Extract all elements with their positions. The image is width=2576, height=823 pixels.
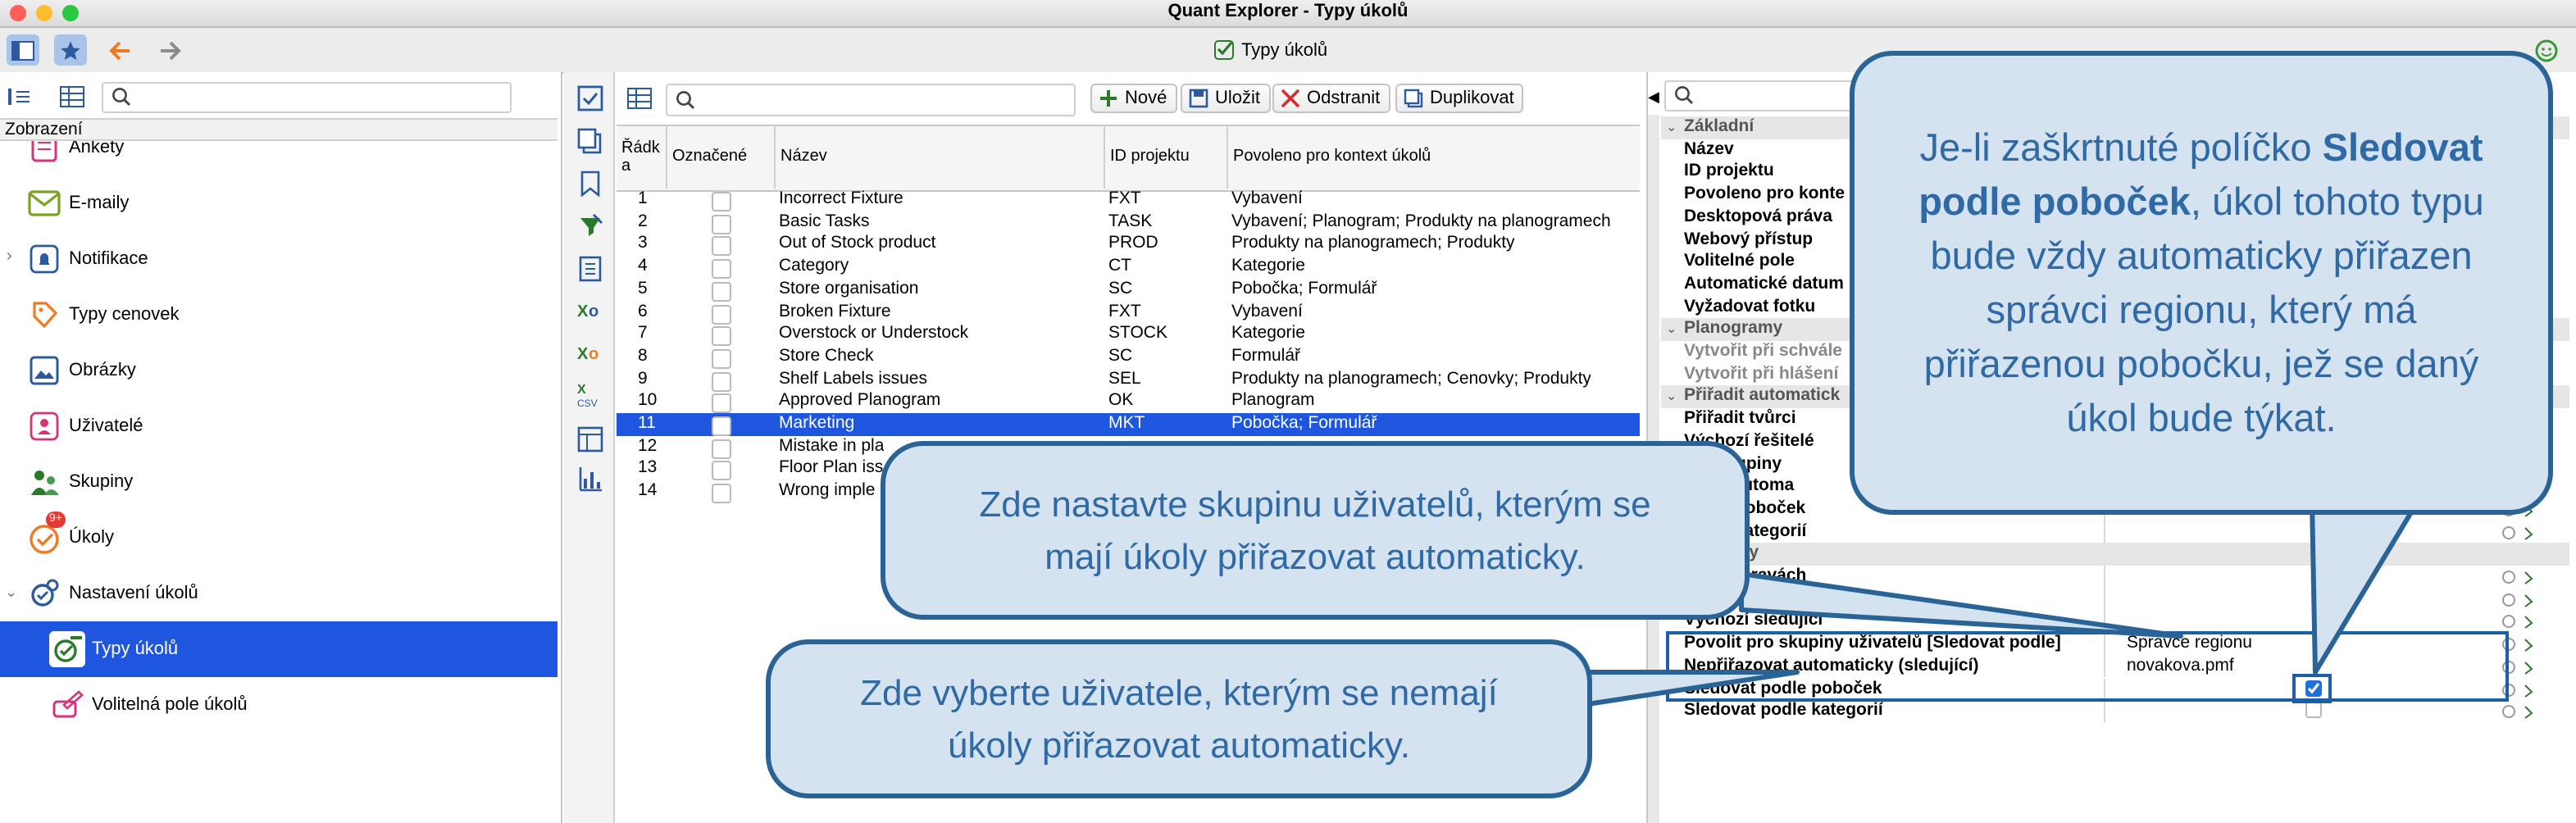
app-window: Quant Explorer - Typy úkolů Typy úkolů Z… xyxy=(0,0,2576,823)
callout-user-group: Zde nastavte skupinu uživatelů, kterým s… xyxy=(881,441,1750,620)
callout-follow-branches: Je-li zaškrtnuté políčko Sledovat podle … xyxy=(1850,51,2553,515)
callout-exclude-users: Zde vyberte uživatele, kterým se nemají … xyxy=(766,639,1592,798)
